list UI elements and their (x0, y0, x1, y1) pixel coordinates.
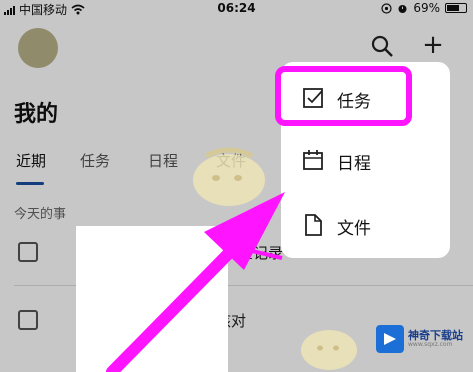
mascot-watermark-icon (301, 330, 357, 370)
mascot-watermark-icon (193, 147, 265, 206)
site-watermark: 神奇下载站 www.sqxz.com (376, 323, 466, 355)
site-logo-icon (376, 325, 404, 353)
watermark-name: 神奇下载站 (408, 328, 463, 342)
arrow-lower (106, 244, 238, 372)
watermark-text: 神奇下载站 www.sqxz.com (408, 328, 463, 349)
watermark-url: www.sqxz.com (408, 340, 453, 348)
